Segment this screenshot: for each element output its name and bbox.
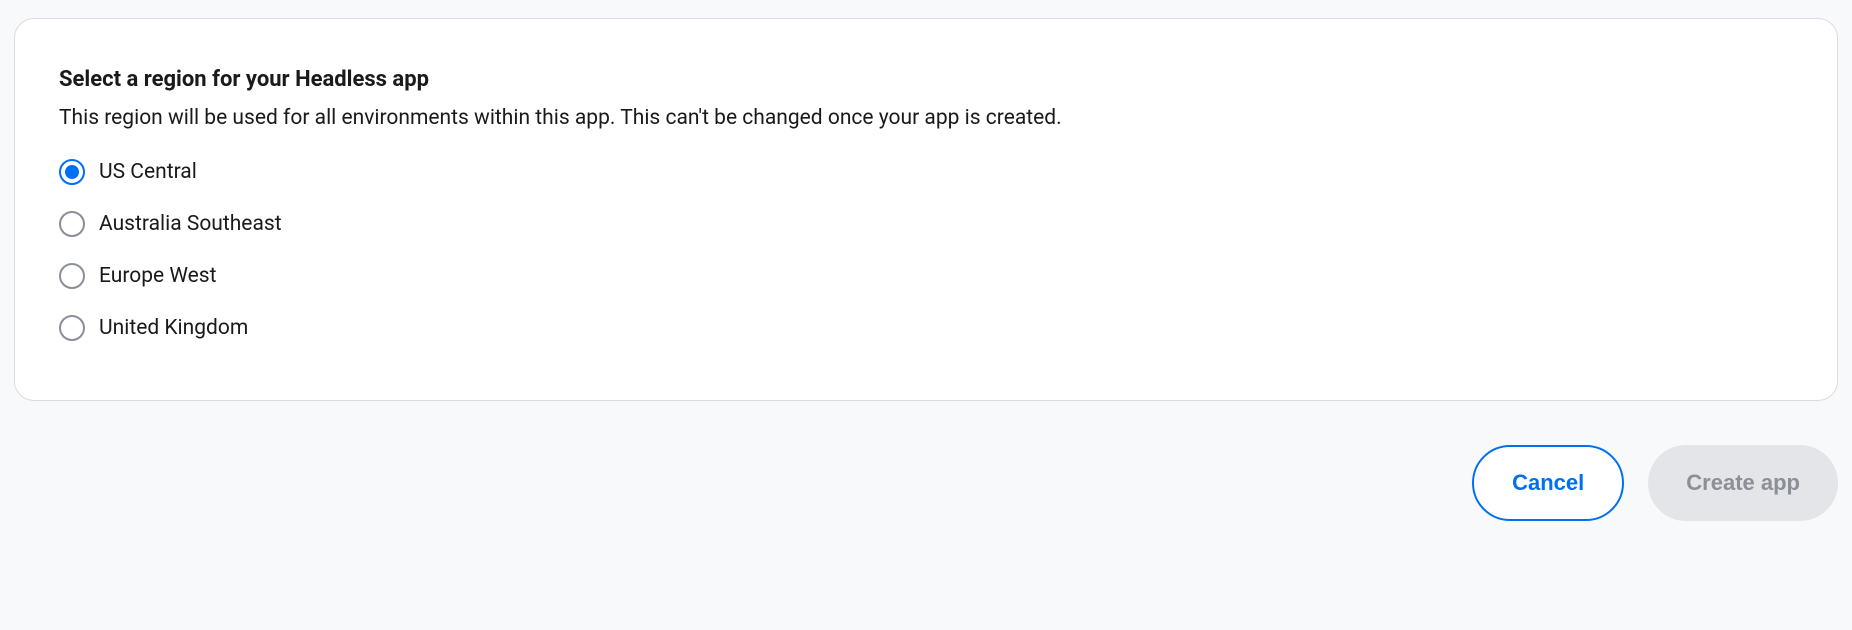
radio-icon	[59, 159, 85, 185]
radio-icon	[59, 315, 85, 341]
cancel-button[interactable]: Cancel	[1472, 445, 1624, 521]
radio-option-united-kingdom[interactable]: United Kingdom	[59, 312, 1793, 344]
radio-label: US Central	[99, 160, 197, 184]
footer-actions: Cancel Create app	[14, 445, 1838, 521]
create-app-button[interactable]: Create app	[1648, 445, 1838, 521]
card-title: Select a region for your Headless app	[59, 67, 1793, 92]
radio-icon	[59, 263, 85, 289]
radio-label: Australia Southeast	[99, 212, 282, 236]
radio-icon	[59, 211, 85, 237]
card-description: This region will be used for all environ…	[59, 106, 1793, 130]
radio-label: Europe West	[99, 264, 217, 288]
region-radio-group: US Central Australia Southeast Europe We…	[59, 156, 1793, 344]
radio-option-us-central[interactable]: US Central	[59, 156, 1793, 188]
region-selection-card: Select a region for your Headless app Th…	[14, 18, 1838, 401]
radio-label: United Kingdom	[99, 316, 248, 340]
radio-option-europe-west[interactable]: Europe West	[59, 260, 1793, 292]
radio-option-australia-southeast[interactable]: Australia Southeast	[59, 208, 1793, 240]
